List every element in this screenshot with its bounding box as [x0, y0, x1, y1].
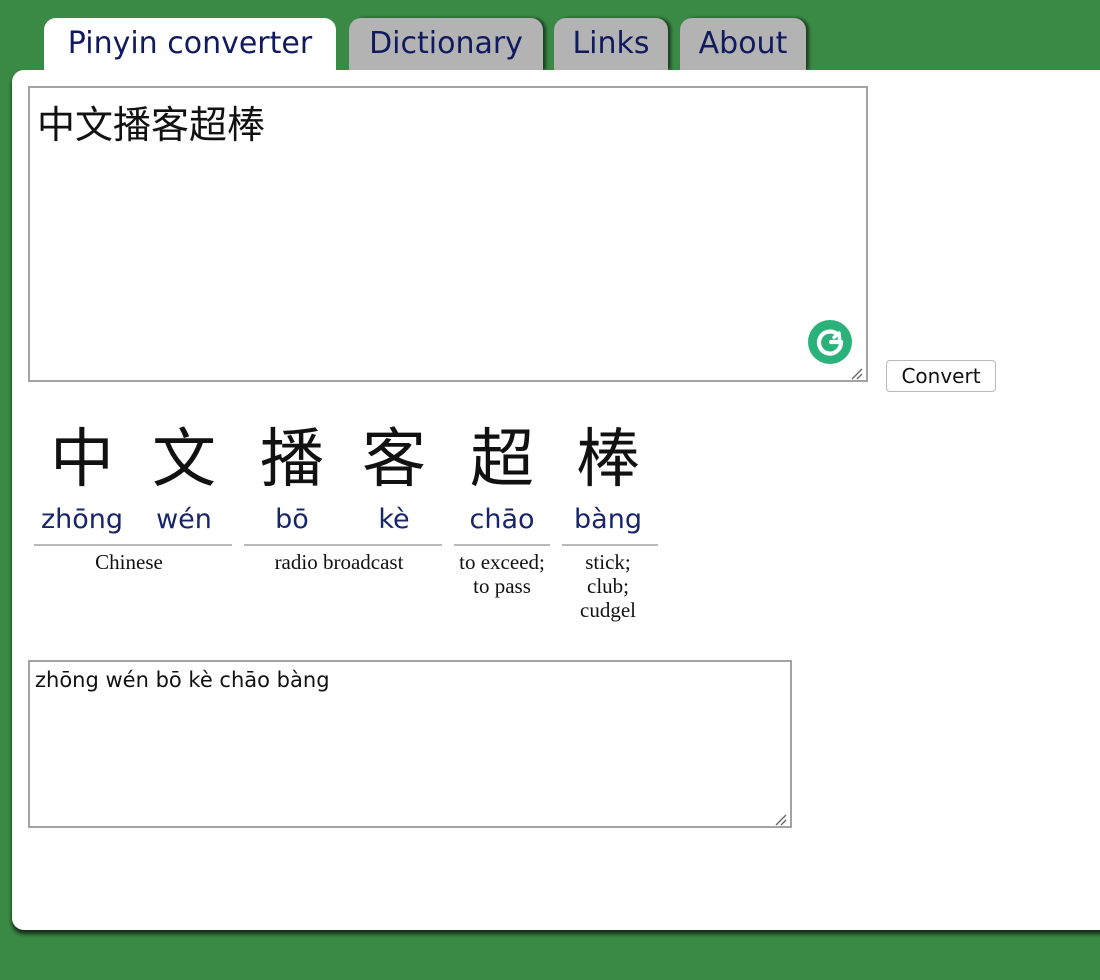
chinese-input-field[interactable]: 中文播客超棒 [28, 86, 868, 382]
meaning-line: club; [587, 574, 629, 598]
syllable: 棒 bàng [558, 420, 658, 540]
chinese-input-text[interactable]: 中文播客超棒 [37, 94, 265, 149]
syllable: 中 zhōng [32, 420, 132, 540]
divider [454, 544, 550, 546]
hanzi-char: 棒 [576, 423, 640, 497]
pinyin-syllable: kè [378, 504, 410, 535]
resize-grip-icon[interactable] [775, 811, 787, 826]
grammarly-icon[interactable] [808, 320, 852, 364]
syllable: 文 wén [134, 420, 234, 540]
hanzi-char: 文 [152, 423, 216, 497]
word-breakdown: 中 zhōng 文 wén Chinese 播 bō 客 kè radio br… [12, 420, 712, 640]
meaning-line: to exceed; [459, 550, 545, 574]
syllable: 超 chāo [452, 420, 552, 540]
hanzi-char: 超 [470, 423, 534, 497]
divider [562, 544, 658, 546]
tab-links[interactable]: Links [554, 18, 668, 70]
pinyin-output-field[interactable]: zhōng wén bō kè chāo bàng [28, 660, 792, 828]
word-meaning: stick; club; cudgel [558, 550, 658, 622]
pinyin-syllable: chāo [469, 504, 535, 535]
hanzi-char: 播 [260, 423, 324, 497]
word-meaning: to exceed; to pass [446, 550, 558, 598]
tab-pinyin-converter[interactable]: Pinyin converter [44, 18, 336, 72]
hanzi-char: 中 [50, 423, 114, 497]
word-meaning: radio broadcast [274, 550, 404, 574]
meaning-line: to pass [473, 574, 531, 598]
hanzi-char: 客 [362, 423, 426, 497]
meaning-line: cudgel [580, 598, 636, 622]
word-meaning: Chinese [95, 550, 163, 574]
tab-dictionary[interactable]: Dictionary [349, 18, 543, 70]
meaning-line: stick; [585, 550, 631, 574]
syllable: 播 bō [242, 420, 342, 540]
pinyin-syllable: wén [156, 504, 212, 535]
syllable: 客 kè [344, 420, 444, 540]
converter-panel: 中文播客超棒 Convert 中 zhōng 文 wén Chinese 播 b… [12, 70, 1100, 930]
pinyin-output-text[interactable]: zhōng wén bō kè chāo bàng [35, 668, 330, 692]
pinyin-syllable: bàng [574, 504, 642, 535]
pinyin-syllable: zhōng [40, 504, 124, 535]
tab-about[interactable]: About [680, 18, 806, 70]
convert-button[interactable]: Convert [886, 360, 996, 392]
resize-grip-icon[interactable] [851, 365, 863, 380]
pinyin-syllable: bō [275, 504, 309, 535]
divider [34, 544, 232, 546]
divider [244, 544, 442, 546]
